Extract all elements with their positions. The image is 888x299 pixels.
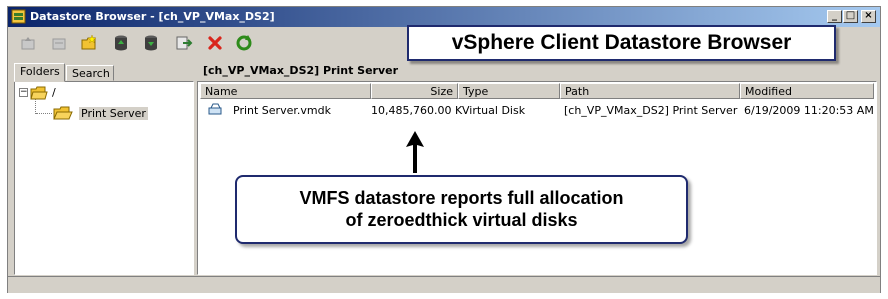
maximize-button[interactable]: □	[843, 10, 858, 23]
window-title: Datastore Browser - [ch_VP_VMax_DS2]	[30, 10, 275, 23]
file-size-cell: 10,485,760.00 K	[371, 104, 463, 117]
column-header-size[interactable]: Size	[371, 83, 458, 99]
file-type-cell: Virtual Disk	[462, 104, 526, 117]
folder-tree-pane: − / Print Server	[14, 81, 194, 275]
move-icon[interactable]	[175, 33, 195, 53]
callout-arrow-icon	[406, 131, 424, 173]
file-path-cell: [ch_VP_VMax_DS2] Print Server	[564, 104, 738, 117]
new-folder-icon[interactable]	[79, 33, 99, 53]
minimize-button[interactable]: _	[827, 10, 842, 23]
folder-up-icon[interactable]	[18, 33, 38, 53]
column-header-name[interactable]: Name	[200, 83, 371, 99]
annotation-callout: VMFS datastore reports full allocation o…	[235, 175, 688, 244]
virtual-disk-icon	[208, 103, 222, 118]
column-header-modified[interactable]: Modified	[740, 83, 874, 99]
title-bar[interactable]: Datastore Browser - [ch_VP_VMax_DS2] _ □…	[8, 7, 880, 27]
current-path-label: [ch_VP_VMax_DS2] Print Server	[203, 64, 399, 77]
root-folder-icon[interactable]	[30, 85, 48, 104]
annotation-title-box: vSphere Client Datastore Browser	[407, 25, 836, 61]
tab-folders[interactable]: Folders	[14, 63, 65, 82]
download-icon[interactable]	[141, 33, 161, 53]
tree-item-print-server[interactable]: Print Server	[79, 107, 148, 120]
close-button[interactable]: ×	[861, 10, 876, 23]
datastore-app-icon	[11, 9, 26, 24]
folder-browse-icon[interactable]	[49, 33, 69, 53]
tab-search[interactable]: Search	[66, 65, 114, 81]
collapse-toggle-icon[interactable]: −	[19, 88, 28, 97]
delete-icon[interactable]	[205, 33, 225, 53]
column-header-type[interactable]: Type	[458, 83, 560, 99]
callout-line-1: VMFS datastore reports full allocation	[299, 188, 624, 208]
upload-icon[interactable]	[111, 33, 131, 53]
tree-root-label[interactable]: /	[52, 86, 56, 99]
refresh-icon[interactable]	[234, 33, 254, 53]
status-bar	[8, 276, 880, 293]
callout-line-2: of zeroedthick virtual disks	[345, 210, 578, 230]
file-modified-cell: 6/19/2009 11:20:53 AM	[744, 104, 874, 117]
print-server-folder-icon[interactable]	[53, 104, 73, 125]
column-header-path[interactable]: Path	[560, 83, 740, 99]
file-name-cell: Print Server.vmdk	[233, 104, 331, 117]
tree-line	[36, 113, 52, 115]
